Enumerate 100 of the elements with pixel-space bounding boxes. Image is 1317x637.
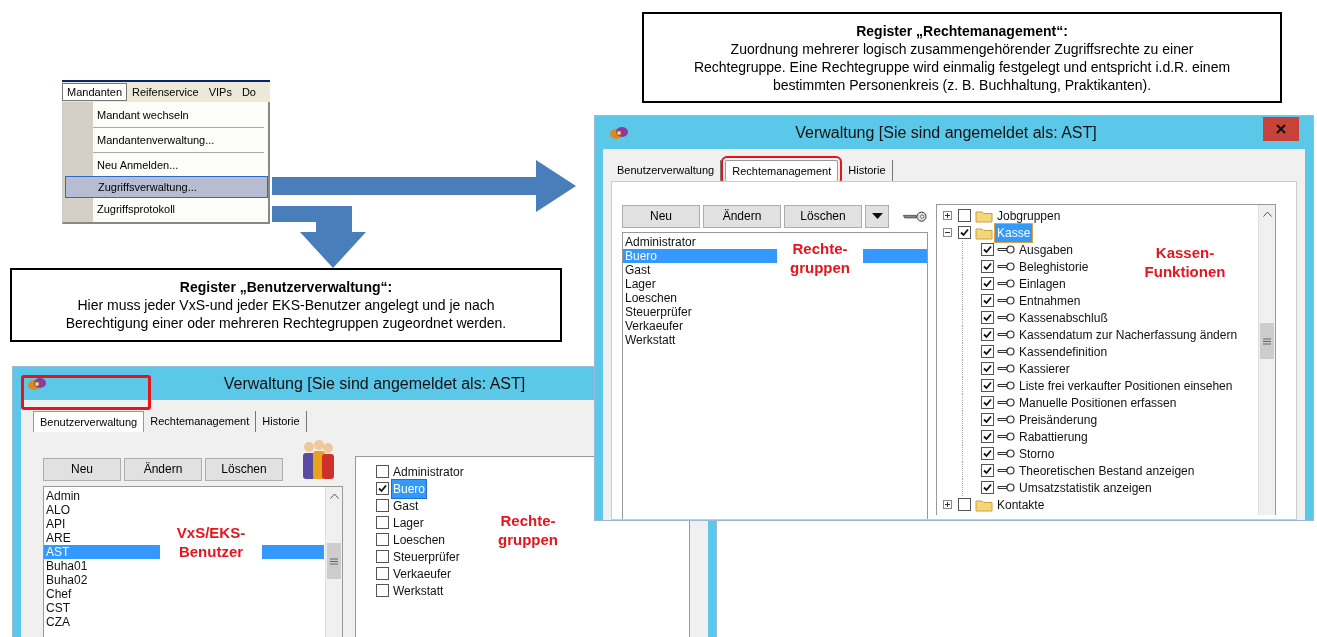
- list-item[interactable]: Administrator: [392, 462, 465, 481]
- list-item[interactable]: Chef: [44, 587, 160, 601]
- tree-item[interactable]: Kassenabschluß: [1017, 308, 1110, 327]
- checkbox[interactable]: [376, 550, 389, 563]
- app-icon: [27, 375, 47, 392]
- list-item[interactable]: Gast: [623, 263, 777, 277]
- checkbox[interactable]: [958, 498, 971, 511]
- tree-item[interactable]: Einlagen: [1017, 274, 1068, 293]
- checkbox[interactable]: [958, 209, 971, 222]
- menu-item[interactable]: Reifenservice: [127, 83, 204, 101]
- tree-item[interactable]: Storno: [1017, 444, 1057, 463]
- tree-item[interactable]: Entnahmen: [1017, 291, 1083, 310]
- list-item[interactable]: Verkaeufer: [392, 564, 453, 583]
- scroll-thumb[interactable]: [1260, 323, 1274, 359]
- key-icon: [997, 415, 1015, 424]
- checkbox[interactable]: [981, 345, 994, 358]
- list-item[interactable]: Buha01: [44, 559, 160, 573]
- checkbox[interactable]: [981, 464, 994, 477]
- checkbox[interactable]: [981, 362, 994, 375]
- list-item[interactable]: CST: [44, 601, 160, 615]
- menu-item[interactable]: Do: [236, 83, 261, 101]
- tree-item[interactable]: Kassierer: [1017, 359, 1072, 378]
- key-icon: [997, 296, 1015, 305]
- button[interactable]: Neu: [622, 204, 700, 228]
- checkbox[interactable]: [981, 447, 994, 460]
- button[interactable]: Löschen: [205, 457, 283, 481]
- tree-item[interactable]: Umsatzstatistik anzeigen: [1017, 478, 1154, 497]
- key-icon: [997, 347, 1015, 356]
- list-item[interactable]: CZA: [44, 615, 160, 629]
- list-item[interactable]: Loeschen: [623, 291, 777, 305]
- checkbox[interactable]: [981, 396, 994, 409]
- checkbox[interactable]: [981, 481, 994, 494]
- checkbox[interactable]: [981, 430, 994, 443]
- checkbox[interactable]: [376, 567, 389, 580]
- checkbox[interactable]: [981, 328, 994, 341]
- checkbox[interactable]: [981, 379, 994, 392]
- list-item[interactable]: Verkaeufer: [623, 319, 777, 333]
- list-item[interactable]: Steuerprüfer: [392, 547, 461, 566]
- menu-item[interactable]: Zugriffsverwaltung...: [65, 176, 268, 198]
- caret-icon: [871, 213, 883, 219]
- dropdown-button[interactable]: [865, 204, 889, 228]
- list-item[interactable]: Werkstatt: [392, 581, 445, 600]
- button[interactable]: Ändern: [124, 457, 202, 481]
- key-icon: [997, 262, 1015, 271]
- list-item[interactable]: Werkstatt: [623, 333, 777, 347]
- checkbox[interactable]: [981, 277, 994, 290]
- menu-item[interactable]: Zugriffsprotokoll: [93, 198, 268, 220]
- tree-item[interactable]: Kontakte: [995, 495, 1047, 514]
- close-button[interactable]: [1263, 117, 1299, 141]
- scroll-thumb[interactable]: [327, 543, 341, 579]
- list-item[interactable]: Administrator: [623, 235, 777, 249]
- tree-item[interactable]: Theoretischen Bestand anzeigen: [1017, 461, 1197, 480]
- checkbox[interactable]: [981, 260, 994, 273]
- button[interactable]: Ändern: [703, 204, 781, 228]
- tree-item[interactable]: Preisänderung: [1017, 410, 1100, 429]
- list-item[interactable]: Buha02: [44, 573, 160, 587]
- list-item[interactable]: Loeschen: [392, 530, 447, 549]
- list-item[interactable]: ALO: [44, 503, 160, 517]
- window-title: Verwaltung [Sie sind angemeldet als: AST]: [794, 122, 1098, 143]
- checkbox[interactable]: [376, 516, 389, 529]
- callout-title: Register „Rechtemanagement“:: [856, 21, 1068, 40]
- tree-item[interactable]: Jobgruppen: [995, 206, 1063, 225]
- key-icon: [997, 381, 1015, 390]
- key-icon: [997, 245, 1015, 254]
- tree-item[interactable]: Rabattierung: [1017, 427, 1090, 446]
- checkbox[interactable]: [376, 482, 389, 495]
- key-icon: [997, 466, 1015, 475]
- menu-item[interactable]: Mandant wechseln: [93, 104, 268, 126]
- tab[interactable]: Benutzerverwaltung: [33, 411, 145, 432]
- tree-item[interactable]: Kassendatum zur Nacherfassung ändern: [1017, 325, 1240, 344]
- checkbox[interactable]: [376, 533, 389, 546]
- folder-icon: [975, 225, 993, 240]
- list-item[interactable]: ARE: [44, 531, 160, 545]
- checkbox[interactable]: [958, 226, 971, 239]
- list-item[interactable]: Gast: [392, 496, 420, 515]
- list-item[interactable]: Lager: [392, 513, 425, 532]
- menu-item[interactable]: Mandantenverwaltung...: [93, 129, 268, 151]
- tree-item[interactable]: Manuelle Positionen erfassen: [1017, 393, 1179, 412]
- checkbox[interactable]: [981, 243, 994, 256]
- tree-item[interactable]: Beleghistorie: [1017, 257, 1091, 276]
- checkbox[interactable]: [376, 584, 389, 597]
- checkbox[interactable]: [981, 311, 994, 324]
- button[interactable]: Neu: [43, 457, 121, 481]
- checkbox[interactable]: [376, 465, 389, 478]
- checkbox[interactable]: [376, 499, 389, 512]
- menu-item[interactable]: VIPs: [203, 83, 237, 101]
- tree-item[interactable]: Ausgaben: [1017, 240, 1076, 259]
- menu-item[interactable]: Neu Anmelden...: [93, 154, 268, 176]
- selection-highlight: [262, 545, 324, 559]
- list-item[interactable]: Admin: [44, 489, 160, 503]
- list-item[interactable]: Lager: [623, 277, 777, 291]
- list-item[interactable]: API: [44, 517, 160, 531]
- list-item[interactable]: Steuerprüfer: [623, 305, 777, 319]
- button[interactable]: Löschen: [784, 204, 862, 228]
- tree-item[interactable]: Liste frei verkaufter Positionen einsehen: [1017, 376, 1235, 395]
- checkbox[interactable]: [981, 294, 994, 307]
- scroll-up-icon: [329, 493, 339, 499]
- checkbox[interactable]: [981, 413, 994, 426]
- menu-item[interactable]: Mandanten: [62, 83, 128, 101]
- tree-item[interactable]: Kassendefinition: [1017, 342, 1110, 361]
